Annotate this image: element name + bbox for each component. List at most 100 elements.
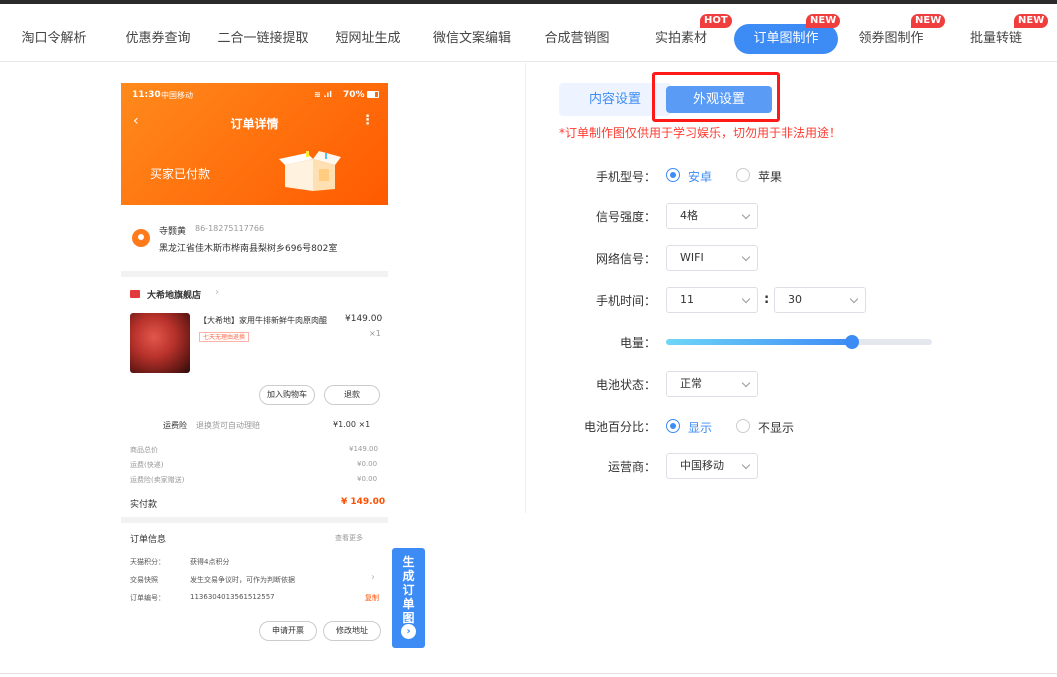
preview-title: 订单详情 [230, 117, 279, 131]
more-menu-icon: ⋮ [361, 113, 374, 128]
radio-show-percent-label: 显示 [688, 421, 713, 435]
paid-value: ¥ 149.00 [341, 497, 386, 507]
battery-label: 电量： [619, 336, 656, 350]
invoice-button[interactable]: 申请开票 [259, 621, 317, 641]
points-value: 获得4点积分 [190, 558, 230, 566]
location-pin-icon [132, 229, 150, 247]
nav-item-coupon-query[interactable]: 优惠券查询 [120, 24, 196, 54]
window-top-bar [0, 0, 1057, 4]
modify-address-button[interactable]: 修改地址 [323, 621, 381, 641]
order-preview-phone: 11:30 中国移动 ≋ .ıl 70% ‹ 订单详情 ⋮ 买家已付款 寺颢黄 … [121, 83, 388, 653]
radio-hide-percent-label: 不显示 [758, 421, 795, 435]
paid-status: 买家已付款 [150, 167, 211, 181]
battery-status-value: 正常 [680, 377, 702, 390]
battery-pct-label: 电池百分比： [583, 420, 656, 434]
insurance-label: 运费险 [163, 421, 187, 430]
nav-item-short-url[interactable]: 短网址生成 [332, 24, 404, 54]
insurance-desc: 退换货可自动理赔 [196, 421, 260, 430]
minute-value: 30 [788, 293, 802, 306]
wifi-signal-icon: ≋ .ıl [314, 90, 333, 99]
carrier-select[interactable]: 中国移动 [666, 453, 758, 479]
hour-select[interactable]: 11 [666, 287, 758, 313]
signal-label: 信号强度： [595, 210, 656, 224]
product-price: ¥149.00 [345, 314, 383, 324]
nav-item-link-extract[interactable]: 二合一链接提取 [217, 24, 309, 54]
network-select[interactable]: WIFI [666, 245, 758, 271]
status-time: 11:30 [132, 90, 161, 100]
new-badge: NEW [911, 14, 946, 28]
package-box-icon [279, 151, 341, 191]
copy-link[interactable]: 复制 [365, 593, 379, 603]
signal-value: 4格 [680, 209, 698, 222]
radio-iphone-label: 苹果 [758, 170, 783, 184]
chevron-down-icon [849, 294, 859, 304]
chevron-right-icon: › [371, 572, 375, 583]
chevron-down-icon [741, 210, 751, 220]
generate-button-label: 生成订单图 [402, 555, 415, 625]
product-image [130, 313, 190, 373]
radio-hide-percent[interactable] [736, 419, 750, 433]
radio-show-percent[interactable] [666, 419, 680, 433]
add-cart-button[interactable]: 加入购物车 [259, 385, 315, 405]
section-separator [121, 271, 388, 277]
battery-icon [367, 91, 379, 98]
shipping-value: ¥0.00 [357, 460, 378, 468]
chevron-down-icon [741, 294, 751, 304]
order-no-value: 1136304013561512557 [190, 593, 275, 601]
nav-item-taokouling[interactable]: 淘口令解析 [18, 24, 90, 54]
radio-iphone[interactable] [736, 168, 750, 182]
nav-label: 短网址生成 [335, 31, 401, 46]
signal-select[interactable]: 4格 [666, 203, 758, 229]
goods-total-value: ¥149.00 [349, 445, 378, 453]
product-qty: ×1 [369, 329, 381, 338]
new-badge: NEW [1014, 14, 1049, 28]
carrier-value: 中国移动 [680, 459, 724, 472]
nav-item-order-image[interactable]: 订单图制作 NEW [734, 14, 841, 54]
insurance-price: ¥1.00 ×1 [333, 420, 371, 429]
chevron-down-icon [741, 460, 751, 470]
view-more-link[interactable]: 查看更多 [335, 533, 363, 543]
warning-text: *订单制作图仅供用于学习娱乐，切勿用于非法用途！ [559, 126, 842, 140]
nav-label: 微信文案编辑 [432, 31, 511, 46]
minute-select[interactable]: 30 [774, 287, 866, 313]
refund-button[interactable]: 退款 [324, 385, 380, 405]
highlight-box [652, 72, 780, 122]
product-tag: 七天无理由退换 [199, 332, 250, 342]
nav-label: 合成营销图 [544, 31, 610, 46]
nav-label: 实拍素材 [654, 31, 707, 46]
tmall-shop-icon [130, 290, 140, 298]
nav-item-marketing-image[interactable]: 合成营销图 [542, 24, 612, 54]
network-label: 网络信号： [595, 252, 656, 266]
nav-label: 优惠券查询 [125, 31, 191, 46]
snapshot-label: 交易快照 [130, 576, 158, 584]
new-badge: NEW [806, 14, 841, 28]
order-info-title: 订单信息 [130, 535, 167, 545]
phone-model-label: 手机型号： [595, 170, 656, 184]
battery-status-select[interactable]: 正常 [666, 371, 758, 397]
points-label: 天猫积分： [130, 558, 165, 566]
chevron-right-icon: › [401, 624, 416, 639]
battery-slider-handle[interactable] [845, 335, 859, 349]
hot-badge: HOT [700, 14, 732, 28]
nav-item-coupon-image[interactable]: 领券图制作 NEW [855, 14, 946, 54]
carrier-label: 运营商： [607, 460, 656, 474]
order-no-label: 订单编号： [130, 594, 165, 602]
shipping-ins-label: 运费险(卖家赠送) [130, 476, 185, 484]
nav-label: 批量转链 [969, 31, 1022, 46]
time-colon: : [764, 292, 770, 307]
chevron-down-icon [741, 252, 751, 262]
nav-label: 领券图制作 [858, 31, 924, 46]
section-separator [121, 517, 388, 523]
time-label: 手机时间： [595, 294, 656, 308]
nav-item-wechat-copy[interactable]: 微信文案编辑 [432, 24, 512, 54]
radio-android[interactable] [666, 168, 680, 182]
nav-item-real-photos[interactable]: 实拍素材 HOT [650, 14, 732, 54]
battery-slider-track[interactable] [666, 339, 932, 345]
generate-order-image-button[interactable]: 生成订单图 › [392, 548, 425, 648]
paid-label: 实付款 [130, 500, 158, 510]
nav-item-batch-convert[interactable]: 批量转链 NEW [966, 14, 1049, 54]
status-battery: 70% [343, 90, 365, 100]
network-value: WIFI [680, 251, 704, 264]
column-divider [525, 63, 526, 513]
goods-total-label: 商品总价 [130, 446, 158, 454]
